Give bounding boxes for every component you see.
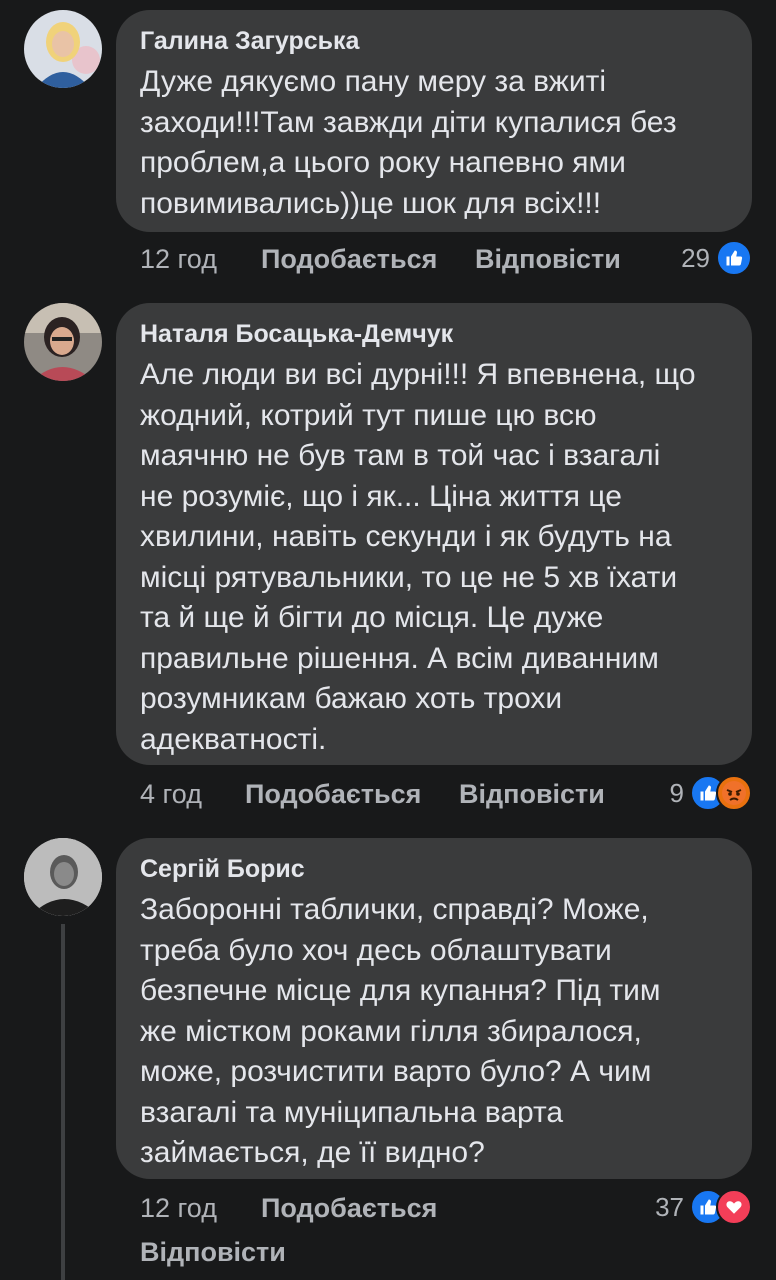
comment-time[interactable]: 4 год: [140, 779, 202, 810]
reaction-count: 29: [681, 242, 710, 273]
comment-actions: 4 год Подобається Відповісти 9: [140, 775, 752, 819]
comment-time[interactable]: 12 год: [140, 244, 217, 275]
avatar[interactable]: [24, 303, 102, 381]
comment-bubble: Наталя Босацька-Демчук Але люди ви всі д…: [116, 303, 752, 765]
angry-icon: [716, 775, 752, 811]
comment-text: Заборонні таблички, справді? Може, треба…: [140, 893, 661, 1169]
comment-author[interactable]: Галина Загурська: [140, 24, 728, 58]
comment-bubble: Сергій Борис Заборонні таблички, справді…: [116, 838, 752, 1179]
like-button[interactable]: Подобається: [261, 1193, 437, 1224]
comment-author[interactable]: Сергій Борис: [140, 852, 728, 886]
reply-button[interactable]: Відповісти: [459, 779, 605, 810]
reaction-summary[interactable]: 9: [670, 775, 752, 811]
comment-time[interactable]: 12 год: [140, 1193, 217, 1224]
comment-bubble: Галина Загурська Дуже дякуємо пану меру …: [116, 10, 752, 232]
comment-text: Але люди ви всі дурні!!! Я впевнена, що …: [140, 358, 696, 756]
reaction-count: 9: [669, 777, 684, 808]
comment-actions: 12 год Подобається Відповісти 37: [140, 1189, 752, 1273]
like-button[interactable]: Подобається: [245, 779, 421, 810]
comment-text: Дуже дякуємо пану меру за вжиті заходи!!…: [140, 65, 677, 220]
comment-author[interactable]: Наталя Босацька-Демчук: [140, 317, 728, 351]
reply-button[interactable]: Відповісти: [140, 1237, 286, 1268]
like-button[interactable]: Подобається: [261, 244, 437, 275]
reaction-summary[interactable]: 29: [681, 240, 752, 276]
reaction-count: 37: [655, 1191, 684, 1222]
reply-button[interactable]: Відповісти: [475, 244, 621, 275]
thread-line: [61, 924, 65, 1280]
comment-actions: 12 год Подобається Відповісти 29: [140, 240, 752, 284]
like-icon: [716, 240, 752, 276]
avatar[interactable]: [24, 838, 102, 916]
love-icon: [716, 1189, 752, 1225]
avatar[interactable]: [24, 10, 102, 88]
reaction-summary[interactable]: 37: [655, 1189, 752, 1225]
